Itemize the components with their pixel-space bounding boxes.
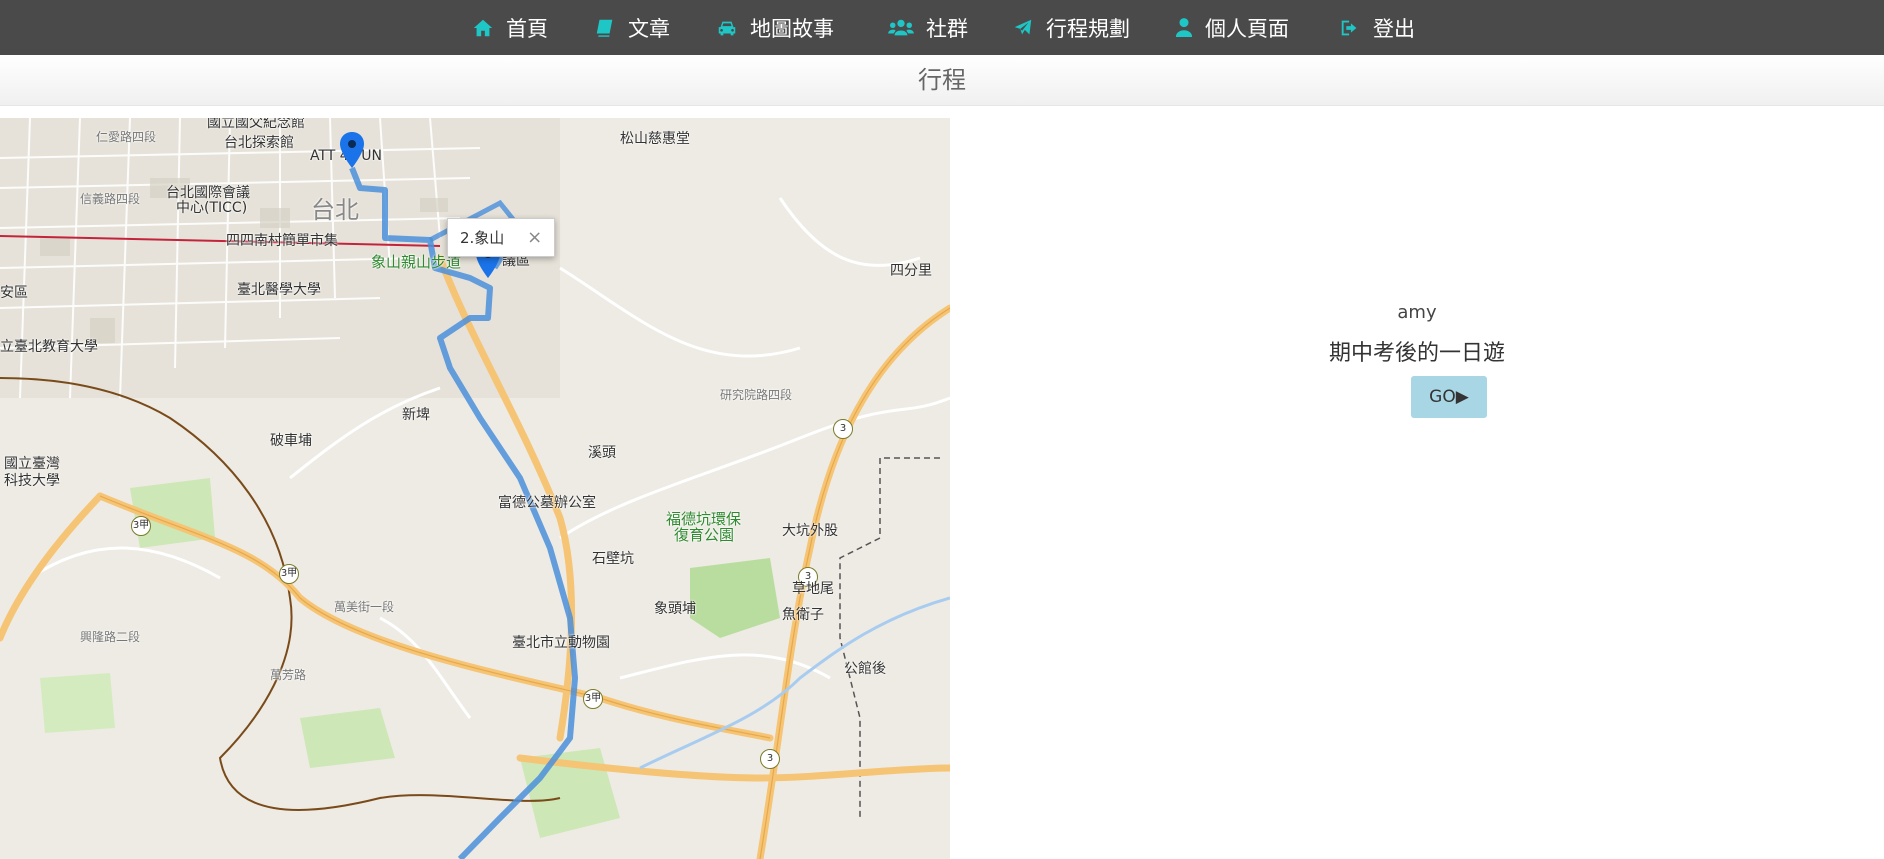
sign-out-icon [1339,17,1361,39]
nav-home-label: 首頁 [506,16,548,41]
map-label: 破車埔 [270,433,312,449]
go-button[interactable]: GO▶ [1411,376,1487,418]
map-label: 草地尾 [792,581,834,597]
nav-map-stories-label: 地圖故事 [750,16,834,41]
map-label: 興隆路二段 [80,630,141,644]
map-label: 臺北市立動物園 [512,635,610,651]
map-marker-1[interactable] [340,132,364,168]
map-label: 象頭埔 [654,601,696,617]
map-label: 信義路四段 [80,192,141,206]
map-infowindow: 2.象山 × [447,218,556,257]
nav-logout[interactable]: 登出 [1339,0,1415,55]
trip-author: amy [1397,302,1437,323]
map-label: 國立國父紀念館 [207,118,305,131]
map-label: 富德公墓辦公室 [498,495,596,511]
nav-community[interactable]: 社群 [888,0,968,55]
user-icon [1175,17,1193,39]
map-label: 萬美街一段 [334,600,395,614]
nav-home[interactable]: 首頁 [472,0,548,55]
nav-map-stories[interactable]: 地圖故事 [716,0,834,55]
car-icon [716,17,738,39]
map-label: 台北 [311,196,359,224]
book-icon [594,17,616,39]
map-label: 公館後 [844,661,886,677]
highway-3a-shield: 3甲 [583,689,603,709]
map-label: 安區 [0,285,28,301]
map-label: 石壁坑 [592,551,634,567]
map-label: 中心(TICC) [176,200,248,216]
trip-title: 期中考後的一日遊 [1328,341,1505,366]
top-navbar: 首頁 文章 地圖故事 社群 行程規劃 個人頁面 登出 [0,0,1884,55]
trip-map[interactable]: 3 3 3 3甲 3甲 3甲 國立國父紀念館 台北探索館 ATT 4 FUN 台… [0,118,950,859]
map-label: 松山慈惠堂 [620,131,690,147]
map-label: 大坑外股 [782,523,838,539]
map-label: 魚衛子 [782,607,824,623]
highway-3a-shield: 3甲 [131,516,151,536]
highway-3-shield: 3 [833,419,853,439]
nav-logout-label: 登出 [1373,16,1415,41]
trip-panel: amy 期中考後的一日遊 GO▶ [950,105,1884,859]
map-label: 溪頭 [588,445,616,461]
highway-3-shield: 3 [760,749,780,769]
plane-icon [1012,17,1034,39]
map-label: 研究院路四段 [720,388,793,402]
home-icon [472,17,494,39]
close-icon[interactable]: × [527,227,542,248]
nav-articles-label: 文章 [628,16,670,41]
nav-profile[interactable]: 個人頁面 [1175,0,1289,55]
nav-community-label: 社群 [926,16,968,41]
nav-trip-planning[interactable]: 行程規劃 [1012,0,1130,55]
page-title: 行程 [0,55,1884,106]
map-label: 仁愛路四段 [96,130,157,144]
map-label: 臺北醫學大學 [237,282,321,298]
map-label: 科技大學 [4,473,60,489]
map-label: 新埤 [402,407,430,423]
map-label: 四分里 [890,263,932,279]
nav-profile-label: 個人頁面 [1205,16,1289,41]
map-label: 台北探索館 [224,135,294,151]
map-label: 立臺北教育大學 [0,339,98,355]
users-icon [888,17,914,39]
map-label: 四四南村簡單市集 [226,233,338,249]
nav-articles[interactable]: 文章 [594,0,670,55]
infowindow-label: 2.象山 [460,229,505,247]
highway-3a-shield: 3甲 [279,564,299,584]
map-label: 復育公園 [674,526,735,544]
map-label: 萬芳路 [270,668,307,682]
nav-trip-planning-label: 行程規劃 [1046,16,1130,41]
